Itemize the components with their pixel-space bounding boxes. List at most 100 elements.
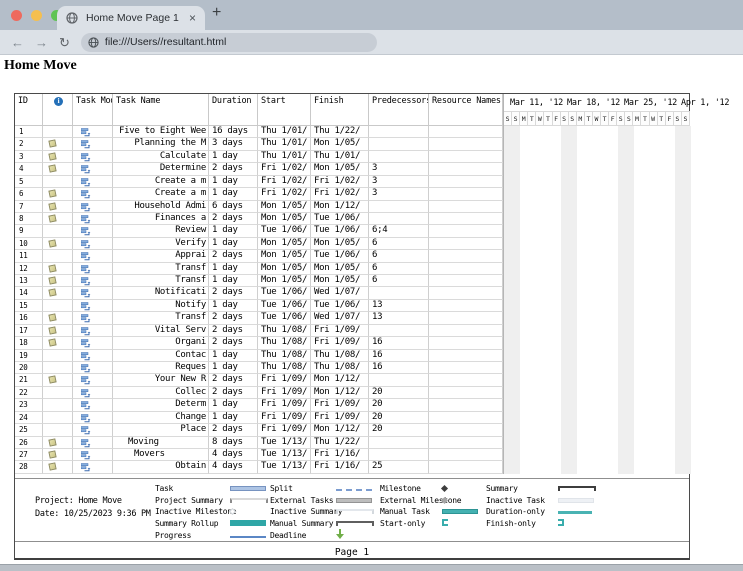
row-finish: Thu 1/22/ [311, 437, 369, 449]
table-row: 13Transf1 dayMon 1/05/Mon 1/05/6 [15, 275, 503, 287]
page-content: Home Move ID i Task Mode Task Name Durat… [0, 55, 743, 564]
row-start: Thu 1/01/ [258, 138, 311, 150]
row-task-mode [73, 263, 113, 275]
legend-label: Manual Summary [270, 519, 336, 528]
day-letter: M [520, 112, 528, 125]
row-indicator [43, 424, 73, 436]
row-task-mode [73, 201, 113, 213]
row-finish: Fri 1/02/ [311, 176, 369, 188]
row-duration: 2 days [209, 163, 258, 175]
row-indicator [43, 437, 73, 449]
row-finish: Wed 1/07/ [311, 312, 369, 324]
row-resources [429, 275, 503, 287]
row-task-name: Contac [113, 350, 209, 362]
close-window-button[interactable] [11, 10, 22, 21]
task-mode-icon [81, 265, 91, 275]
minimize-window-button[interactable] [31, 10, 42, 21]
info-icon: i [54, 97, 63, 106]
weekend-band [675, 126, 691, 474]
legend-bracket-dark-icon [558, 486, 596, 491]
legend-bracket-manual-icon [336, 521, 374, 526]
row-indicator [43, 287, 73, 299]
legend-symbol-cell [230, 484, 270, 493]
row-predecessors: 20 [369, 412, 429, 424]
row-indicator [43, 151, 73, 163]
row-task-name: Reques [113, 362, 209, 374]
task-mode-icon [81, 140, 91, 150]
legend-label: Finish-only [486, 519, 558, 528]
table-row: 21Your New R2 daysFri 1/09/Mon 1/12/ [15, 374, 503, 386]
legend-bracket-faint-icon [336, 509, 374, 514]
row-duration: 1 day [209, 263, 258, 275]
row-start: Thu 1/08/ [258, 362, 311, 374]
row-indicator [43, 461, 73, 473]
week-label: Apr 1, '12 [681, 98, 729, 108]
row-resources [429, 225, 503, 237]
task-mode-icon [81, 153, 91, 163]
row-indicator [43, 238, 73, 250]
row-id: 19 [15, 350, 43, 362]
table-row: 16Transf2 daysTue 1/06/Wed 1/07/13 [15, 312, 503, 324]
row-finish: Fri 1/09/ [311, 325, 369, 337]
new-tab-button[interactable]: + [212, 4, 221, 22]
row-id: 28 [15, 461, 43, 473]
row-task-mode [73, 362, 113, 374]
window-bottom-edge [0, 564, 743, 571]
table-row: 20Reques1 dayThu 1/08/Thu 1/08/16 [15, 362, 503, 374]
task-mode-icon [81, 364, 91, 374]
legend-diamond-dark-icon [441, 485, 448, 492]
task-mode-icon [81, 240, 91, 250]
row-task-name: Your New R [113, 374, 209, 386]
row-finish: Tue 1/06/ [311, 300, 369, 312]
week-label: Mar 11, '12 [510, 98, 563, 108]
day-letter: T [601, 112, 609, 125]
forward-icon[interactable]: → [35, 36, 48, 49]
row-duration: 4 days [209, 461, 258, 473]
row-id: 20 [15, 362, 43, 374]
row-duration: 1 day [209, 238, 258, 250]
row-duration: 2 days [209, 312, 258, 324]
row-finish: Fri 1/02/ [311, 188, 369, 200]
week-label: Mar 25, '12 [624, 98, 677, 108]
row-task-mode [73, 138, 113, 150]
reload-icon[interactable]: ↻ [59, 36, 70, 49]
day-letter: T [658, 112, 666, 125]
row-duration: 1 day [209, 412, 258, 424]
row-finish: Mon 1/12/ [311, 201, 369, 213]
task-mode-icon [81, 314, 91, 324]
row-task-name: Finances a [113, 213, 209, 225]
row-indicator [43, 250, 73, 262]
row-indicator [43, 325, 73, 337]
note-icon [48, 189, 56, 197]
note-icon [48, 450, 56, 458]
header-predecessors: Predecessors [369, 94, 429, 126]
task-mode-icon [81, 339, 91, 349]
row-task-name: Planning the M [113, 138, 209, 150]
row-start: Mon 1/05/ [258, 275, 311, 287]
row-task-mode [73, 399, 113, 411]
task-mode-icon [81, 203, 91, 213]
legend-box: Project: Home Move Date: 10/25/2023 9:36… [15, 478, 689, 542]
browser-tab[interactable]: Home Move Page 1 × [57, 6, 205, 30]
row-indicator [43, 387, 73, 399]
row-predecessors [369, 151, 429, 163]
row-finish: Wed 1/07/ [311, 287, 369, 299]
back-icon[interactable]: ← [11, 36, 24, 49]
legend-label: Project Summary [155, 496, 230, 505]
legend-label: Task [155, 484, 230, 493]
legend-symbol-cell [336, 484, 380, 493]
row-start: Thu 1/01/ [258, 151, 311, 163]
row-start: Tue 1/06/ [258, 312, 311, 324]
task-mode-icon [81, 401, 91, 411]
row-resources [429, 287, 503, 299]
legend-bar-teal-icon [442, 509, 478, 514]
day-letter: F [609, 112, 617, 125]
row-finish: Mon 1/05/ [311, 275, 369, 287]
row-id: 21 [15, 374, 43, 386]
row-indicator [43, 176, 73, 188]
row-duration: 6 days [209, 201, 258, 213]
row-id: 16 [15, 312, 43, 324]
tab-close-icon[interactable]: × [189, 11, 196, 25]
address-bar[interactable]: file:///Users//resultant.html [81, 33, 377, 52]
tab-favicon-globe-icon [66, 12, 78, 24]
